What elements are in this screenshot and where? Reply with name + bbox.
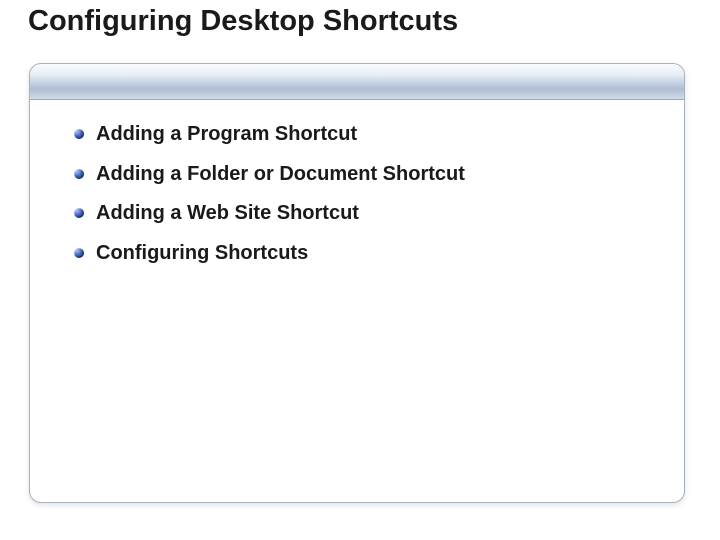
list-item-label: Configuring Shortcuts <box>96 242 308 264</box>
bullet-icon <box>74 248 84 258</box>
list-item-label: Adding a Program Shortcut <box>96 123 357 145</box>
bullet-list: Adding a Program Shortcut Adding a Folde… <box>74 122 658 266</box>
panel-header-bar <box>30 64 684 100</box>
list-item: Adding a Web Site Shortcut <box>74 201 658 227</box>
slide: Configuring Desktop Shortcuts Adding a P… <box>0 0 720 540</box>
list-item: Adding a Folder or Document Shortcut <box>74 162 658 188</box>
list-item-label: Adding a Web Site Shortcut <box>96 202 359 224</box>
bullet-icon <box>74 129 84 139</box>
bullet-icon <box>74 208 84 218</box>
content-panel: Adding a Program Shortcut Adding a Folde… <box>29 63 685 503</box>
page-title: Configuring Desktop Shortcuts <box>28 5 458 38</box>
panel-body: Adding a Program Shortcut Adding a Folde… <box>30 100 684 298</box>
bullet-icon <box>74 169 84 179</box>
list-item: Configuring Shortcuts <box>74 241 658 267</box>
list-item: Adding a Program Shortcut <box>74 122 658 148</box>
list-item-label: Adding a Folder or Document Shortcut <box>96 163 465 185</box>
